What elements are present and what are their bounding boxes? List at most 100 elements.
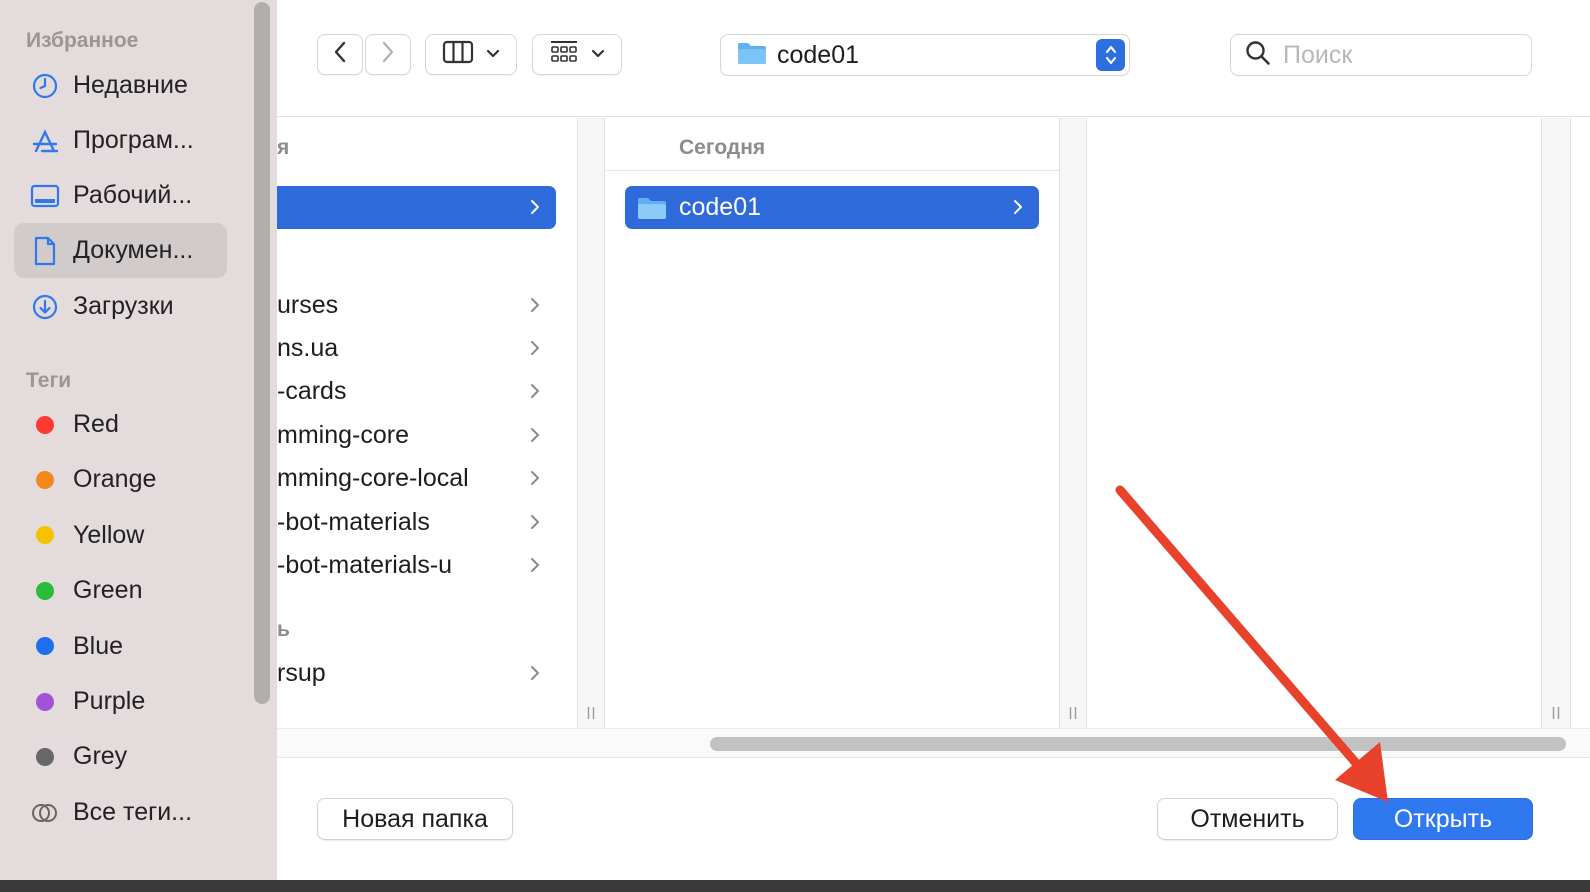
column-row-selected[interactable]: code01	[625, 186, 1039, 229]
row-label: -bot-materials-u	[277, 551, 453, 579]
sidebar-item-label: Все теги...	[73, 798, 193, 826]
column-group-header: я	[277, 136, 290, 159]
desktop-icon	[30, 181, 60, 211]
column-row[interactable]: ns.ua	[277, 327, 556, 370]
tag-color-dot	[36, 415, 54, 434]
downloads-icon	[30, 292, 60, 322]
tag-color-dot	[36, 526, 54, 545]
favorites-section-title: Избранное	[26, 29, 139, 52]
sidebar-item-downloads[interactable]: Загрузки	[14, 279, 227, 334]
row-label: code01	[679, 193, 762, 221]
clock-icon	[30, 71, 60, 101]
tag-color-dot	[36, 747, 54, 766]
row-label: rsup	[277, 659, 326, 687]
sidebar-tag-orange[interactable]: Orange	[14, 452, 227, 507]
tag-color-dot	[36, 581, 54, 600]
column-group-header: ь	[277, 618, 290, 641]
sidebar-item-label: Загрузки	[73, 292, 174, 320]
row-label: -cards	[277, 377, 347, 405]
tags-icon	[30, 798, 60, 828]
sidebar-tag-red[interactable]: Red	[14, 397, 227, 452]
sidebar: Избранное Недавние Програм... Рабочий...…	[0, 0, 277, 880]
column-row[interactable]: mming-core	[277, 414, 556, 457]
sidebar-item-documents[interactable]: Докумен...	[14, 223, 227, 278]
tag-color-dot	[36, 692, 54, 711]
search-input[interactable]	[1283, 40, 1513, 70]
sidebar-item-applications[interactable]: Програм...	[14, 113, 227, 168]
column-resize-handle[interactable]	[1059, 118, 1087, 728]
horizontal-scroll-thumb[interactable]	[710, 737, 1566, 751]
open-button[interactable]: Открыть	[1353, 798, 1533, 840]
sidebar-item-label: Grey	[73, 742, 128, 771]
document-icon	[30, 236, 60, 266]
column-row[interactable]: -cards	[277, 370, 556, 413]
chevron-left-icon	[332, 40, 348, 69]
tag-color-dot	[36, 470, 54, 489]
browser-column-1: я urses ns.ua -cards mming-core mming-co…	[277, 118, 577, 728]
sidebar-item-label: Недавние	[73, 71, 188, 99]
folder-icon	[737, 41, 767, 70]
chevron-right-icon	[380, 40, 396, 69]
row-label: mming-core-local	[277, 464, 469, 492]
sidebar-tag-blue[interactable]: Blue	[14, 619, 227, 674]
sidebar-item-label: Yellow	[73, 520, 145, 549]
view-mode-button[interactable]	[425, 34, 517, 75]
column-row[interactable]: -bot-materials-u	[277, 544, 556, 587]
dialog-footer: Новая папка Отменить Открыть	[277, 759, 1590, 880]
chevron-down-icon	[591, 46, 605, 64]
chevron-right-icon	[526, 511, 544, 533]
column-row[interactable]: mming-core-local	[277, 457, 556, 500]
sidebar-item-label: Рабочий...	[73, 181, 193, 209]
chevron-right-icon	[526, 662, 544, 684]
sidebar-item-label: Програм...	[73, 126, 194, 154]
sidebar-item-label: Blue	[73, 631, 124, 660]
grid-view-icon	[549, 39, 579, 70]
sidebar-tag-yellow[interactable]: Yellow	[14, 508, 227, 563]
sidebar-tag-green[interactable]: Green	[14, 563, 227, 618]
sidebar-item-label: Orange	[73, 465, 157, 494]
back-button[interactable]	[317, 34, 363, 75]
group-by-button[interactable]	[532, 34, 622, 75]
chevron-right-icon	[1009, 196, 1027, 218]
chevron-right-icon	[526, 467, 544, 489]
toolbar: code01	[277, 0, 1590, 117]
columns-view-icon	[442, 40, 474, 69]
search-field[interactable]	[1230, 34, 1532, 76]
window-frame	[0, 880, 1590, 892]
column-group-header: Сегодня	[679, 136, 766, 159]
sidebar-tag-purple[interactable]: Purple	[14, 674, 227, 729]
column-row[interactable]: rsup	[277, 652, 556, 695]
browser-column-2: Сегодня code01	[606, 118, 1059, 728]
chevron-down-icon	[486, 46, 500, 64]
sidebar-item-recents[interactable]: Недавние	[14, 58, 227, 113]
column-row[interactable]: -bot-materials	[277, 501, 556, 544]
horizontal-scrollbar[interactable]	[277, 728, 1590, 758]
column-row-selected[interactable]	[277, 186, 556, 229]
sidebar-item-label: Докумен...	[73, 236, 194, 264]
sidebar-item-desktop[interactable]: Рабочий...	[14, 168, 227, 223]
path-popup[interactable]: code01	[720, 34, 1130, 76]
chevron-right-icon	[526, 294, 544, 316]
chevron-right-icon	[526, 380, 544, 402]
sidebar-item-label: Purple	[73, 687, 146, 715]
column-row[interactable]: urses	[277, 284, 556, 327]
applications-icon	[30, 126, 60, 156]
folder-icon	[637, 196, 667, 220]
tags-section-title: Теги	[26, 369, 72, 392]
sidebar-item-label: Green	[73, 576, 143, 605]
sidebar-item-label: Red	[73, 410, 119, 438]
forward-button[interactable]	[365, 34, 411, 75]
divider	[606, 170, 1059, 171]
up-down-icon	[1096, 39, 1125, 71]
sidebar-scrollbar[interactable]	[254, 2, 270, 704]
file-dialog: code01 я urses ns.ua -cards	[277, 0, 1590, 880]
chevron-right-icon	[526, 196, 544, 218]
sidebar-item-all-tags[interactable]: Все теги...	[14, 785, 227, 840]
path-label: code01	[777, 40, 860, 69]
sidebar-tag-grey[interactable]: Grey	[14, 729, 227, 784]
new-folder-button[interactable]: Новая папка	[317, 798, 513, 840]
column-resize-handle[interactable]	[1541, 118, 1571, 728]
cancel-button[interactable]: Отменить	[1157, 798, 1338, 840]
chevron-right-icon	[526, 554, 544, 576]
column-resize-handle[interactable]	[577, 118, 605, 728]
